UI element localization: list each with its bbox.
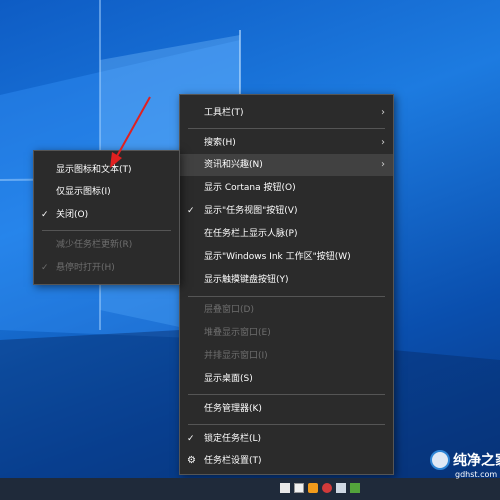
menu-item-label: 任务栏设置(T) xyxy=(204,456,262,466)
chevron-right-icon: › xyxy=(381,137,385,148)
menu-item-label: 显示"Windows Ink 工作区"按钮(W) xyxy=(204,252,351,262)
menu-item-cascade-windows: 层叠窗口(D) xyxy=(180,299,393,321)
submenu-item-turn-off[interactable]: ✓ 关闭(O) xyxy=(34,204,179,226)
checkmark-icon: ✓ xyxy=(187,434,195,444)
menu-item-label: 关闭(O) xyxy=(56,210,89,220)
taskbar[interactable] xyxy=(0,478,500,500)
menu-item-search[interactable]: 搜索(H) › xyxy=(180,132,393,154)
site-watermark: 纯净之家 gdhst.com xyxy=(430,448,500,500)
watermark-logo-icon xyxy=(430,450,450,470)
tray-nvidia-icon[interactable] xyxy=(350,483,360,493)
menu-item-show-touch-keyboard[interactable]: 显示触摸键盘按钮(Y) xyxy=(180,269,393,291)
menu-item-label: 显示"任务视图"按钮(V) xyxy=(204,206,298,216)
menu-item-label: 显示图标和文本(T) xyxy=(56,165,132,175)
menu-item-label: 减少任务栏更新(R) xyxy=(56,240,133,250)
menu-item-show-task-view[interactable]: ✓ 显示"任务视图"按钮(V) xyxy=(180,200,393,222)
menu-item-show-desktop[interactable]: 显示桌面(S) xyxy=(180,368,393,390)
menu-item-news-interests[interactable]: 资讯和兴趣(N) › xyxy=(180,154,393,176)
menu-item-label: 悬停时打开(H) xyxy=(56,263,115,273)
menu-item-toolbars[interactable]: 工具栏(T) › xyxy=(180,102,393,124)
menu-item-label: 锁定任务栏(L) xyxy=(204,434,262,444)
menu-item-label: 在任务栏上显示人脉(P) xyxy=(204,229,298,239)
gear-icon: ⚙ xyxy=(187,455,196,466)
menu-item-show-people[interactable]: 在任务栏上显示人脉(P) xyxy=(180,223,393,245)
menu-item-side-by-side: 并排显示窗口(I) xyxy=(180,345,393,367)
menu-item-label: 显示桌面(S) xyxy=(204,374,253,384)
tray-security-icon[interactable] xyxy=(322,483,332,493)
submenu-item-reduce-updates: 减少任务栏更新(R) xyxy=(34,234,179,256)
menu-item-label: 任务管理器(K) xyxy=(204,404,262,414)
tray-display-icon[interactable] xyxy=(336,483,346,493)
submenu-item-show-icon-and-text[interactable]: 显示图标和文本(T) xyxy=(34,159,179,181)
menu-item-label: 并排显示窗口(I) xyxy=(204,351,268,361)
menu-item-task-manager[interactable]: 任务管理器(K) xyxy=(180,398,393,420)
taskbar-context-menu: 工具栏(T) › 搜索(H) › 资讯和兴趣(N) › 显示 Cortana 按… xyxy=(179,94,394,475)
menu-item-lock-taskbar[interactable]: ✓ 锁定任务栏(L) xyxy=(180,428,393,450)
menu-item-label: 工具栏(T) xyxy=(204,108,244,118)
menu-item-label: 显示 Cortana 按钮(O) xyxy=(204,183,296,193)
watermark-title: 纯净之家 xyxy=(453,453,500,469)
checkmark-icon: ✓ xyxy=(187,206,195,216)
checkmark-icon: ✓ xyxy=(41,210,49,220)
menu-item-label: 层叠窗口(D) xyxy=(204,305,254,315)
submenu-item-open-on-hover: ✓ 悬停时打开(H) xyxy=(34,257,179,279)
menu-item-label: 堆叠显示窗口(E) xyxy=(204,328,271,338)
chevron-right-icon: › xyxy=(381,107,385,118)
menu-separator xyxy=(188,296,385,297)
submenu-item-show-icon-only[interactable]: 仅显示图标(I) xyxy=(34,181,179,203)
news-interests-submenu: 显示图标和文本(T) 仅显示图标(I) ✓ 关闭(O) 减少任务栏更新(R) ✓… xyxy=(33,150,180,285)
menu-separator xyxy=(188,424,385,425)
tray-app-icon[interactable] xyxy=(280,483,290,493)
menu-separator xyxy=(188,128,385,129)
checkmark-icon: ✓ xyxy=(41,263,49,273)
tray-window-icon[interactable] xyxy=(294,483,304,493)
tray-shield-icon[interactable] xyxy=(308,483,318,493)
menu-item-label: 显示触摸键盘按钮(Y) xyxy=(204,275,289,285)
watermark-url: gdhst.com xyxy=(455,470,498,479)
menu-item-label: 搜索(H) xyxy=(204,138,236,148)
menu-item-stack-windows: 堆叠显示窗口(E) xyxy=(180,322,393,344)
menu-separator xyxy=(188,394,385,395)
menu-item-taskbar-settings[interactable]: ⚙ 任务栏设置(T) xyxy=(180,450,393,472)
menu-item-label: 仅显示图标(I) xyxy=(56,187,111,197)
menu-item-label: 资讯和兴趣(N) xyxy=(204,160,263,170)
menu-item-show-cortana[interactable]: 显示 Cortana 按钮(O) xyxy=(180,177,393,199)
chevron-right-icon: › xyxy=(381,159,385,170)
menu-item-show-windows-ink[interactable]: 显示"Windows Ink 工作区"按钮(W) xyxy=(180,246,393,268)
menu-separator xyxy=(42,230,171,231)
